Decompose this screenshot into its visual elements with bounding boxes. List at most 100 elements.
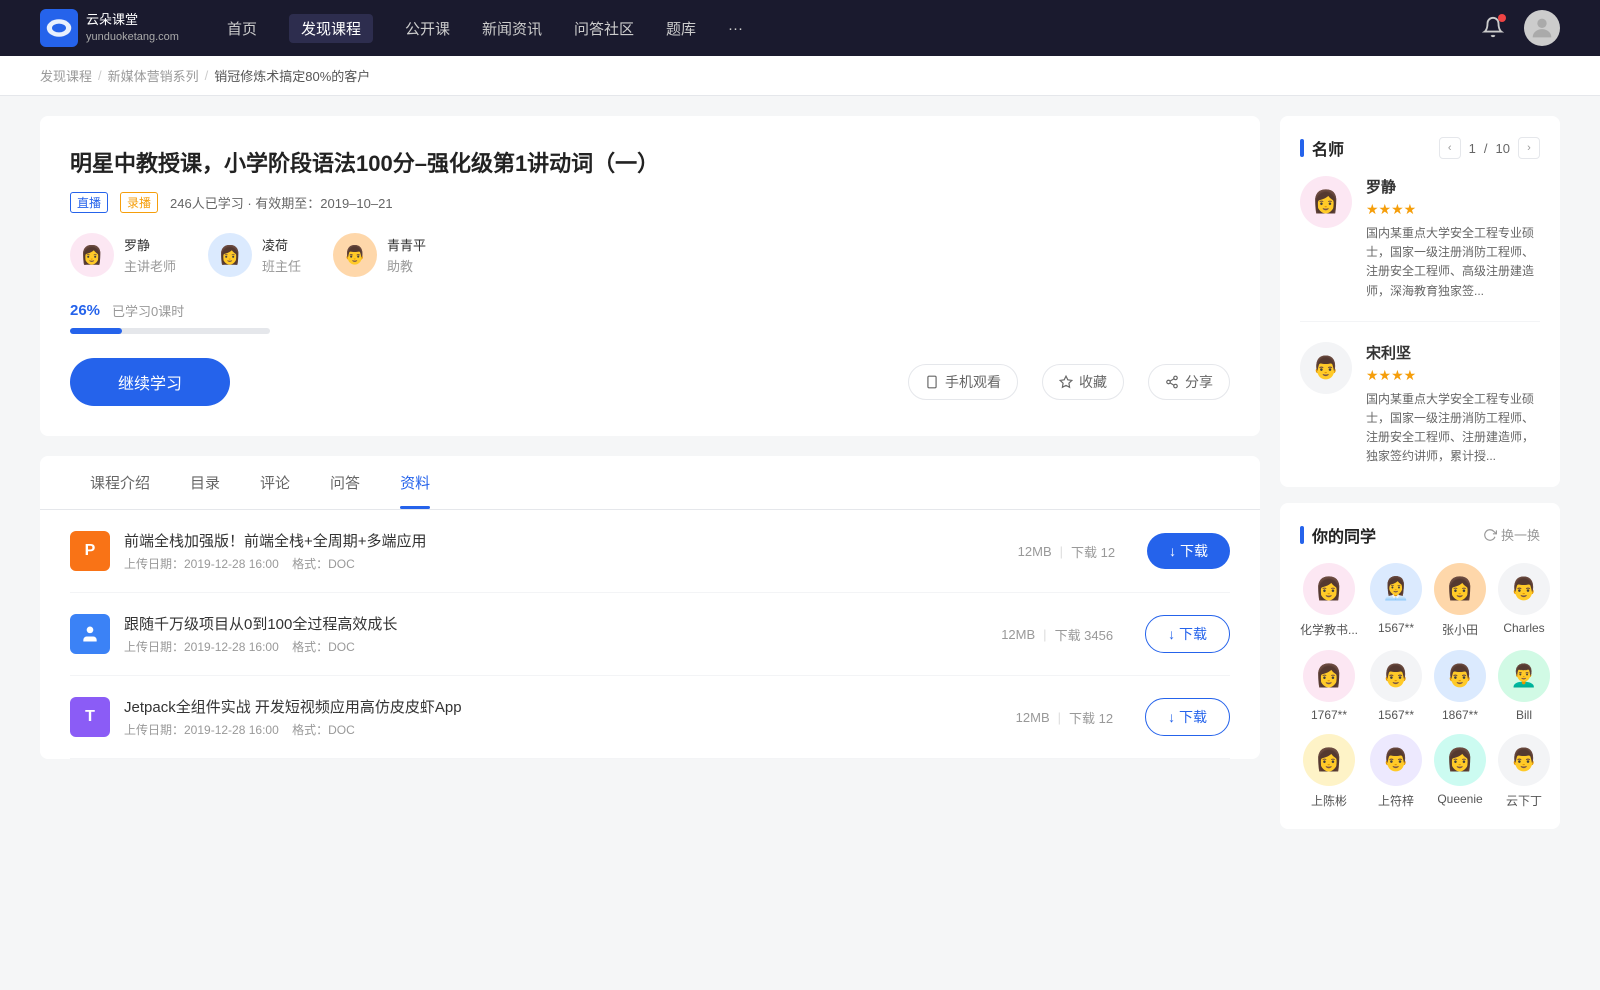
breadcrumb-sep2: / — [205, 68, 209, 83]
classmate-9: 👨 上符梓 — [1370, 734, 1422, 809]
classmate-name-11: 云下丁 — [1498, 792, 1550, 809]
nav-home[interactable]: 首页 — [227, 14, 257, 43]
share-button[interactable]: 分享 — [1148, 364, 1230, 400]
logo-icon — [40, 9, 78, 47]
content-area: 明星中教授课，小学阶段语法100分–强化级第1讲动词（一） 直播 录播 246人… — [40, 116, 1260, 845]
file-meta-2: 上传日期：2019-12-28 16:00 格式：DOC — [124, 721, 984, 738]
refresh-button[interactable]: 换一换 — [1483, 525, 1540, 544]
teacher-card-0: 👩 罗静 ★★★★ 国内某重点大学安全工程专业硕士，国家一级注册消防工程师、注册… — [1300, 176, 1540, 322]
classmate-10: 👩 Queenie — [1434, 734, 1486, 809]
teacher-avatar-2: 👨 — [333, 233, 377, 277]
download-button-1[interactable]: ↓ 下载 — [1145, 615, 1230, 653]
progress-section: 26% 已学习0课时 — [70, 301, 1230, 334]
file-icon-2: T — [70, 697, 110, 737]
classmate-name-1: 1567** — [1370, 621, 1422, 635]
nav-question-bank[interactable]: 题库 — [666, 14, 696, 43]
nav-news[interactable]: 新闻资讯 — [482, 14, 542, 43]
collect-button[interactable]: 收藏 — [1042, 364, 1124, 400]
classmate-3: 👨 Charles — [1498, 563, 1550, 638]
file-icon-1 — [70, 614, 110, 654]
notification-dot — [1498, 14, 1506, 22]
progress-sub: 已学习0课时 — [112, 301, 184, 320]
file-name-1: 跟随千万级项目从0到100全过程高效成长 — [124, 613, 969, 634]
classmates-card: 你的同学 换一换 👩 化学教书... 👩‍💼 1567** 👩 — [1280, 503, 1560, 829]
tab-review[interactable]: 评论 — [240, 456, 310, 509]
page-current: 1 — [1469, 141, 1476, 156]
file-item-1: 跟随千万级项目从0到100全过程高效成长 上传日期：2019-12-28 16:… — [70, 593, 1230, 676]
classmate-name-8: 上陈彬 — [1300, 792, 1358, 809]
classmate-avatar-4: 👩 — [1303, 650, 1355, 702]
classmate-name-0: 化学教书... — [1300, 621, 1358, 638]
file-stats-0: 12MB | 下载 12 — [1018, 542, 1115, 561]
teacher-desc-0: 国内某重点大学安全工程专业硕士，国家一级注册消防工程师、注册安全工程师、高级注册… — [1366, 224, 1540, 301]
tabs-header: 课程介绍 目录 评论 问答 资料 — [40, 456, 1260, 510]
classmate-name-10: Queenie — [1434, 792, 1486, 806]
logo[interactable]: 云朵课堂yunduoketang.com — [40, 9, 179, 47]
file-info-0: 前端全栈加强版！前端全栈+全周期+多端应用 上传日期：2019-12-28 16… — [124, 530, 986, 572]
download-button-0[interactable]: ↓ 下载 — [1147, 533, 1230, 569]
teachers-list: 👩 罗静 主讲老师 👩 凌荷 班主任 👨 青青平 — [70, 233, 1230, 277]
classmate-name-3: Charles — [1498, 621, 1550, 635]
breadcrumb-discover[interactable]: 发现课程 — [40, 66, 92, 85]
prev-page-button[interactable]: ‹ — [1439, 137, 1461, 159]
classmate-avatar-11: 👨 — [1498, 734, 1550, 786]
tab-qa[interactable]: 问答 — [310, 456, 380, 509]
nav-open[interactable]: 公开课 — [405, 14, 450, 43]
teacher-avatar-1: 👩 — [208, 233, 252, 277]
next-page-button[interactable]: › — [1518, 137, 1540, 159]
classmate-name-5: 1567** — [1370, 708, 1422, 722]
teacher-item-0: 👩 罗静 主讲老师 — [70, 233, 176, 277]
classmate-name-4: 1767** — [1300, 708, 1358, 722]
classmate-avatar-10: 👩 — [1434, 734, 1486, 786]
classmate-name-9: 上符梓 — [1370, 792, 1422, 809]
badge-live: 直播 — [70, 192, 108, 213]
course-card: 明星中教授课，小学阶段语法100分–强化级第1讲动词（一） 直播 录播 246人… — [40, 116, 1260, 436]
nav-qa[interactable]: 问答社区 — [574, 14, 634, 43]
course-title: 明星中教授课，小学阶段语法100分–强化级第1讲动词（一） — [70, 146, 1230, 178]
teacher-role-0: 主讲老师 — [124, 256, 176, 275]
notification-bell[interactable] — [1482, 16, 1504, 41]
tab-catalog[interactable]: 目录 — [170, 456, 240, 509]
classmate-avatar-7: 👨‍🦱 — [1498, 650, 1550, 702]
nav-more[interactable]: ··· — [728, 16, 743, 41]
classmates-header: 你的同学 换一换 — [1300, 523, 1540, 547]
teacher-role-2: 助教 — [387, 256, 426, 275]
continue-button[interactable]: 继续学习 — [70, 358, 230, 406]
file-info-2: Jetpack全组件实战 开发短视频应用高仿皮皮虾App 上传日期：2019-1… — [124, 696, 984, 738]
course-stats: 246人已学习 · 有效期至：2019–10–21 — [170, 193, 393, 212]
user-avatar[interactable] — [1524, 10, 1560, 46]
file-name-2: Jetpack全组件实战 开发短视频应用高仿皮皮虾App — [124, 696, 984, 717]
nav-discover[interactable]: 发现课程 — [289, 14, 373, 43]
tab-intro[interactable]: 课程介绍 — [70, 456, 170, 509]
tab-material[interactable]: 资料 — [380, 456, 450, 509]
teacher-desc-1: 国内某重点大学安全工程专业硕士，国家一级注册消防工程师、注册安全工程师、注册建造… — [1366, 390, 1540, 467]
classmate-1: 👩‍💼 1567** — [1370, 563, 1422, 638]
teacher-card-name-0: 罗静 — [1366, 176, 1540, 197]
progress-label: 26% 已学习0课时 — [70, 301, 1230, 320]
course-actions: 继续学习 手机观看 收藏 分享 — [70, 358, 1230, 406]
teacher-name-2: 青青平 — [387, 235, 426, 254]
classmate-8: 👩 上陈彬 — [1300, 734, 1358, 809]
teachers-title: 名师 — [1312, 136, 1344, 160]
file-meta-1: 上传日期：2019-12-28 16:00 格式：DOC — [124, 638, 969, 655]
course-meta: 直播 录播 246人已学习 · 有效期至：2019–10–21 — [70, 192, 1230, 213]
file-info-1: 跟随千万级项目从0到100全过程高效成长 上传日期：2019-12-28 16:… — [124, 613, 969, 655]
file-item-2: T Jetpack全组件实战 开发短视频应用高仿皮皮虾App 上传日期：2019… — [70, 676, 1230, 759]
progress-bar-bg — [70, 328, 270, 334]
breadcrumb-series[interactable]: 新媒体营销系列 — [108, 66, 199, 85]
teacher-item-2: 👨 青青平 助教 — [333, 233, 426, 277]
teacher-stars-1: ★★★★ — [1366, 367, 1540, 384]
breadcrumb: 发现课程 / 新媒体营销系列 / 销冠修炼术搞定80%的客户 — [0, 56, 1600, 96]
teacher-card-name-1: 宋利坚 — [1366, 342, 1540, 363]
classmate-6: 👨 1867** — [1434, 650, 1486, 722]
file-stats-1: 12MB | 下载 3456 — [1001, 625, 1113, 644]
classmate-avatar-6: 👨 — [1434, 650, 1486, 702]
classmate-11: 👨 云下丁 — [1498, 734, 1550, 809]
classmate-avatar-2: 👩 — [1434, 563, 1486, 615]
mobile-watch-button[interactable]: 手机观看 — [908, 364, 1018, 400]
download-button-2[interactable]: ↓ 下载 — [1145, 698, 1230, 736]
classmate-avatar-1: 👩‍💼 — [1370, 563, 1422, 615]
main-layout: 明星中教授课，小学阶段语法100分–强化级第1讲动词（一） 直播 录播 246人… — [0, 96, 1600, 865]
file-list: P 前端全栈加强版！前端全栈+全周期+多端应用 上传日期：2019-12-28 … — [40, 510, 1260, 759]
classmate-2: 👩 张小田 — [1434, 563, 1486, 638]
